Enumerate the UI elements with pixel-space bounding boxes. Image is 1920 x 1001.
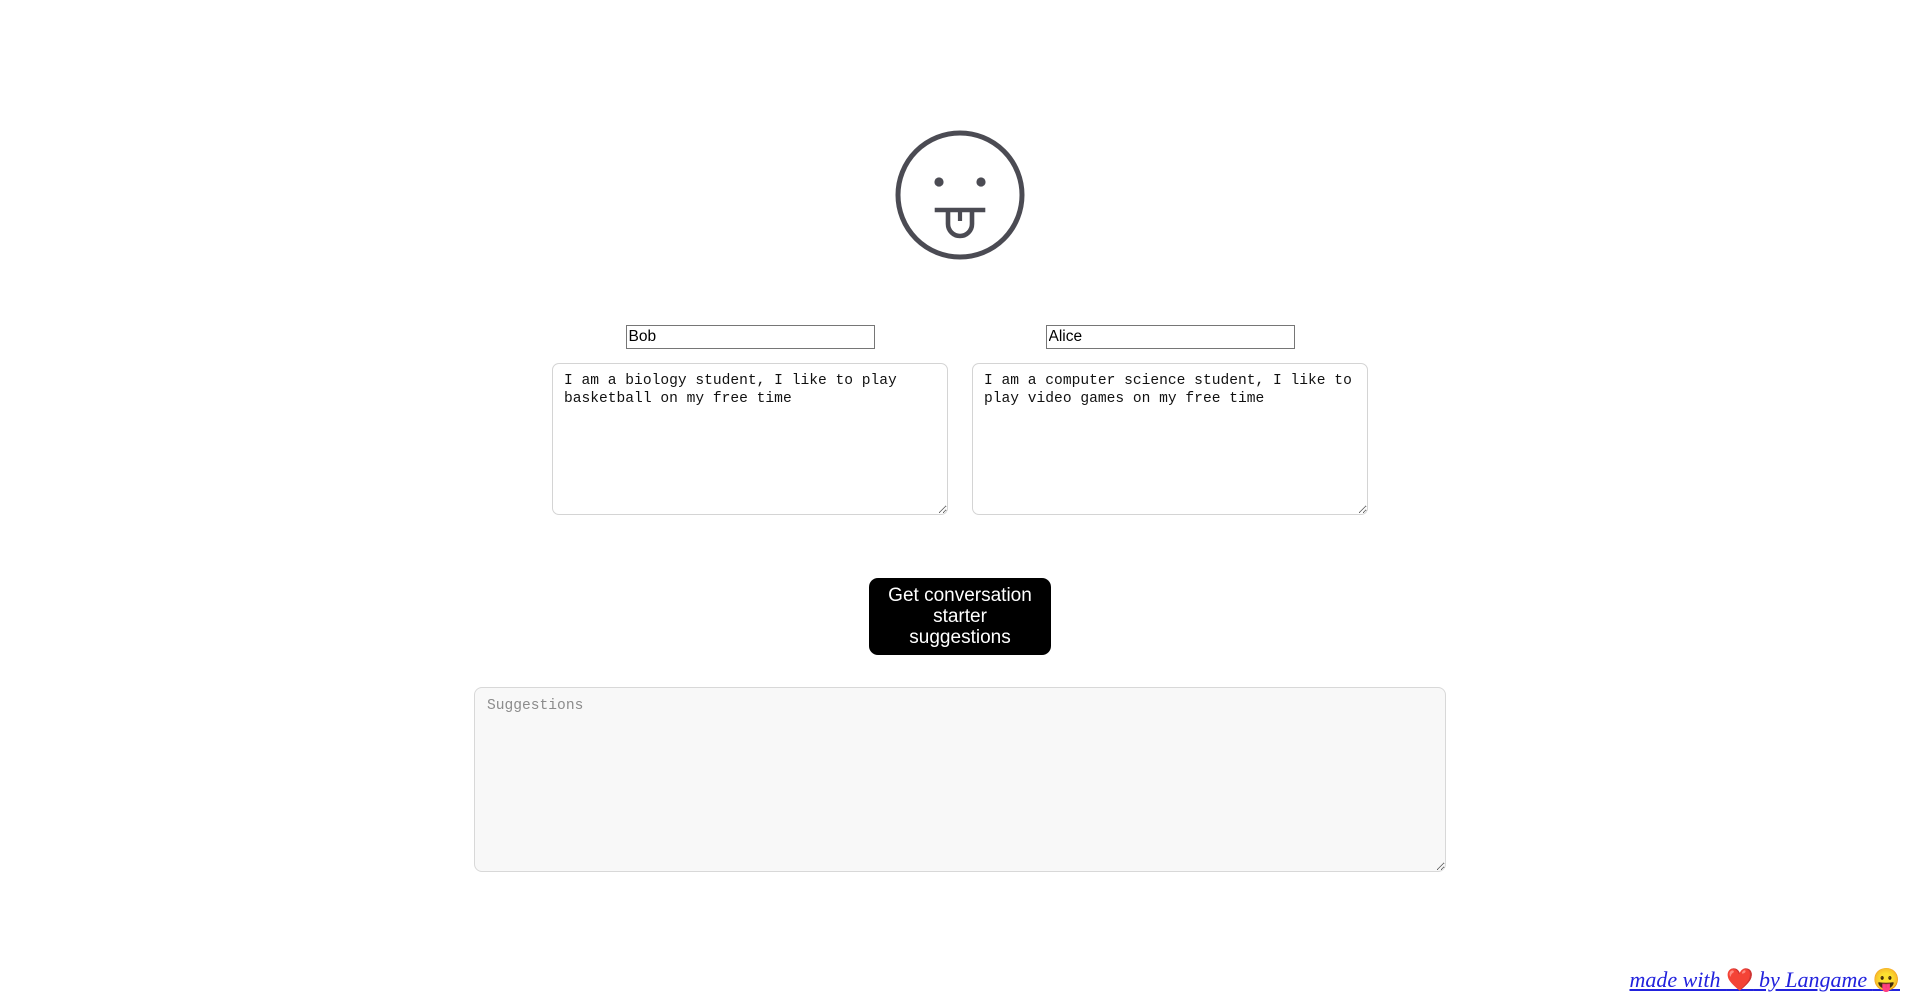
logo-container bbox=[0, 128, 1920, 262]
persona-2-bio-textarea[interactable]: I am a computer science student, I like … bbox=[972, 363, 1368, 515]
footer-text-before: made with bbox=[1629, 967, 1727, 992]
persona-column-1: I am a biology student, I like to play b… bbox=[552, 325, 948, 515]
footer-text-middle: by Langame bbox=[1753, 967, 1873, 992]
action-button-row: Get conversation starter suggestions bbox=[0, 578, 1920, 655]
persona-inputs-row: I am a biology student, I like to play b… bbox=[0, 325, 1920, 515]
suggestions-output-textarea[interactable] bbox=[474, 687, 1446, 872]
persona-2-name-input[interactable] bbox=[1045, 325, 1295, 349]
tongue-out-face-icon: 😛 bbox=[1872, 967, 1900, 992]
persona-1-name-input[interactable] bbox=[625, 325, 875, 349]
persona-column-2: I am a computer science student, I like … bbox=[972, 325, 1368, 515]
persona-1-bio-textarea[interactable]: I am a biology student, I like to play b… bbox=[552, 363, 948, 515]
suggestions-row bbox=[0, 687, 1920, 872]
heart-icon: ❤️ bbox=[1726, 967, 1754, 992]
face-tongue-out-icon bbox=[895, 130, 1025, 260]
get-conversation-starter-suggestions-button[interactable]: Get conversation starter suggestions bbox=[869, 578, 1051, 655]
made-with-love-by-langame-link[interactable]: made with ❤️ by Langame 😛 bbox=[1629, 967, 1900, 993]
